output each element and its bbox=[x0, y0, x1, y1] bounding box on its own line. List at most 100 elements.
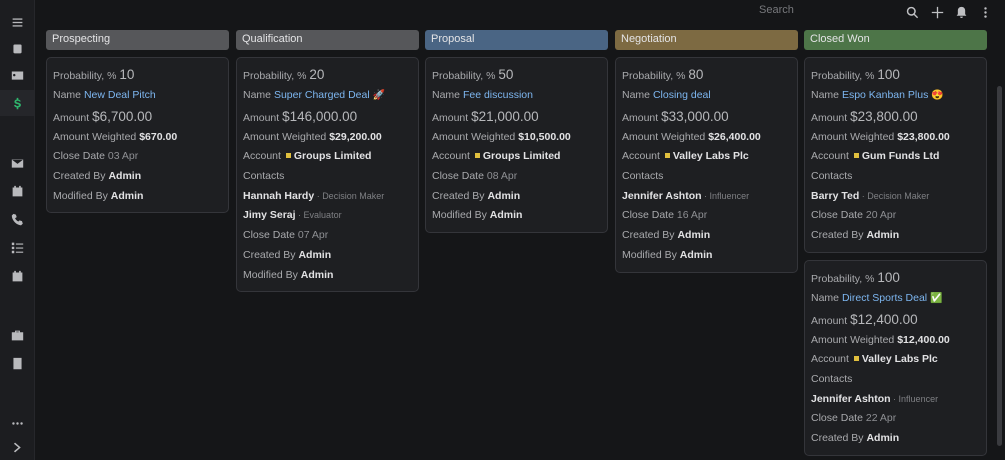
kanban-column-negotiation: Negotiation Probability, % 80 Name Closing… bbox=[615, 30, 798, 273]
opportunity-card[interactable]: Probability, % 100 Name Direct Sports Dea… bbox=[804, 259, 987, 456]
column-header[interactable]: Prospecting bbox=[46, 30, 229, 50]
phone-icon[interactable] bbox=[0, 206, 34, 232]
chevron-right-icon[interactable] bbox=[0, 434, 34, 460]
column-header[interactable]: Proposal bbox=[425, 30, 608, 50]
contact-row[interactable]: Barry Ted · Decision Maker bbox=[811, 187, 979, 207]
briefcase-icon[interactable] bbox=[0, 322, 34, 348]
field-label: Probability, % bbox=[53, 70, 117, 82]
contact-separator: · bbox=[314, 190, 323, 201]
contact-row[interactable]: Jennifer Ashton · Influencer bbox=[622, 187, 790, 207]
contact-card-icon[interactable] bbox=[0, 62, 34, 88]
opportunity-card[interactable]: Probability, % 80 Name Closing deal Amount… bbox=[615, 57, 798, 273]
opportunity-card[interactable]: Probability, % 50 Name Fee discussion Amou… bbox=[425, 57, 608, 234]
book-icon[interactable] bbox=[0, 350, 34, 376]
created-by-value[interactable]: Admin bbox=[108, 170, 141, 182]
contact-row[interactable]: Jennifer Ashton · Influencer bbox=[811, 390, 979, 410]
opportunity-name-link[interactable]: Direct Sports Deal bbox=[842, 292, 927, 304]
contact-separator: · bbox=[295, 210, 304, 221]
field-label: Probability, % bbox=[432, 70, 496, 82]
modified-by-value[interactable]: Admin bbox=[680, 249, 713, 261]
field-row-close-date: Close Date 03 Apr bbox=[53, 147, 221, 167]
contact-name[interactable]: Jennifer Ashton bbox=[622, 190, 702, 202]
field-label: Amount Weighted bbox=[811, 130, 895, 143]
account-link[interactable]: Valley Labs Plc bbox=[862, 353, 938, 365]
calendar-check-icon[interactable] bbox=[0, 178, 34, 204]
account-value[interactable]: Groups Limited bbox=[284, 150, 372, 162]
name-emoji: ✅ bbox=[930, 292, 943, 304]
column-header[interactable]: Closed Won bbox=[804, 30, 987, 50]
envelope-icon[interactable] bbox=[0, 150, 34, 176]
field-label: Close Date bbox=[53, 150, 105, 163]
opportunity-name-link[interactable]: Fee discussion bbox=[463, 89, 533, 101]
amount-weighted-value: $12,400.00 bbox=[897, 333, 950, 346]
field-row-amount: Amount $12,400.00 bbox=[811, 309, 979, 331]
more-icon[interactable] bbox=[0, 410, 34, 436]
kebab-menu-icon[interactable] bbox=[977, 4, 993, 20]
search-input[interactable]: Search bbox=[759, 4, 794, 16]
created-by-value[interactable]: Admin bbox=[866, 229, 899, 241]
column-header[interactable]: Qualification bbox=[236, 30, 419, 50]
field-label: Close Date bbox=[622, 209, 674, 222]
account-value[interactable]: Groups Limited bbox=[473, 150, 561, 162]
opportunity-name-link[interactable]: Espo Kanban Plus bbox=[842, 89, 928, 101]
account-value[interactable]: Valley Labs Plc bbox=[852, 353, 938, 365]
field-label: Created By bbox=[811, 431, 864, 444]
contact-row[interactable]: Jimy Seraj · Evaluator bbox=[243, 206, 411, 226]
account-link[interactable]: Gum Funds Ltd bbox=[862, 150, 940, 162]
bell-icon[interactable] bbox=[953, 4, 969, 20]
account-value[interactable]: Valley Labs Plc bbox=[663, 150, 749, 162]
opportunity-card[interactable]: Probability, % 10 Name New Deal Pitch Amou… bbox=[46, 57, 229, 214]
contact-separator: · bbox=[890, 393, 899, 404]
field-label: Amount bbox=[811, 111, 848, 124]
contact-name[interactable]: Barry Ted bbox=[811, 190, 859, 202]
account-link[interactable]: Valley Labs Plc bbox=[673, 150, 749, 162]
field-row-probability: Probability, % 100 bbox=[811, 64, 979, 86]
field-row-amount: Amount $146,000.00 bbox=[243, 106, 411, 128]
column-header[interactable]: Negotiation bbox=[615, 30, 798, 50]
opportunity-name-link[interactable]: Closing deal bbox=[653, 89, 711, 101]
kanban-column-closed-won: Closed Won Probability, % 100 Name Espo Ka… bbox=[804, 30, 987, 456]
scrollbar[interactable] bbox=[997, 86, 1002, 446]
tasks-icon[interactable] bbox=[0, 234, 34, 260]
probability-value: 20 bbox=[309, 67, 325, 82]
building-icon[interactable] bbox=[0, 35, 34, 61]
created-by-value[interactable]: Admin bbox=[866, 432, 899, 444]
field-label: Amount bbox=[243, 111, 280, 124]
calendar-icon[interactable] bbox=[0, 263, 34, 289]
close-date-value: 20 Apr bbox=[865, 209, 897, 222]
field-label: Amount Weighted bbox=[622, 130, 706, 143]
modified-by-value[interactable]: Admin bbox=[301, 269, 334, 281]
field-row-modified-by: Modified By Admin bbox=[622, 246, 790, 266]
field-row-amount-weighted: Amount Weighted $12,400.00 bbox=[811, 331, 979, 351]
created-by-value[interactable]: Admin bbox=[677, 229, 710, 241]
modified-by-value[interactable]: Admin bbox=[111, 190, 144, 202]
contact-name[interactable]: Jimy Seraj bbox=[243, 209, 296, 221]
field-label: Close Date bbox=[811, 412, 863, 425]
field-label: Created By bbox=[811, 229, 864, 242]
contact-row[interactable]: Hannah Hardy · Decision Maker bbox=[243, 187, 411, 207]
created-by-value[interactable]: Admin bbox=[298, 249, 331, 261]
created-by-value[interactable]: Admin bbox=[487, 190, 520, 202]
field-label: Created By bbox=[53, 170, 106, 183]
account-link[interactable]: Groups Limited bbox=[294, 150, 372, 162]
field-label: Amount bbox=[53, 111, 90, 124]
contact-name[interactable]: Jennifer Ashton bbox=[811, 393, 891, 405]
field-row-name: Name Fee discussion bbox=[432, 86, 600, 106]
plus-icon[interactable] bbox=[929, 4, 945, 20]
field-row-account: Account Groups Limited bbox=[243, 147, 411, 167]
account-link[interactable]: Groups Limited bbox=[483, 150, 561, 162]
field-row-name: Name Direct Sports Deal ✅ bbox=[811, 289, 979, 309]
modified-by-value[interactable]: Admin bbox=[490, 209, 523, 221]
opportunity-card[interactable]: Probability, % 20 Name Super Charged Deal… bbox=[236, 57, 419, 293]
opportunity-card[interactable]: Probability, % 100 Name Espo Kanban Plus … bbox=[804, 57, 987, 253]
contact-name[interactable]: Hannah Hardy bbox=[243, 190, 314, 202]
opportunity-name-link[interactable]: New Deal Pitch bbox=[84, 89, 156, 101]
amount-value: $12,400.00 bbox=[850, 311, 918, 327]
dollar-icon[interactable] bbox=[0, 90, 34, 116]
search-icon[interactable] bbox=[904, 4, 920, 20]
opportunity-name-link[interactable]: Super Charged Deal bbox=[274, 89, 370, 101]
field-label: Close Date bbox=[432, 170, 484, 183]
field-label: Name bbox=[622, 89, 651, 101]
account-value[interactable]: Gum Funds Ltd bbox=[852, 150, 940, 162]
menu-icon[interactable] bbox=[0, 9, 34, 35]
